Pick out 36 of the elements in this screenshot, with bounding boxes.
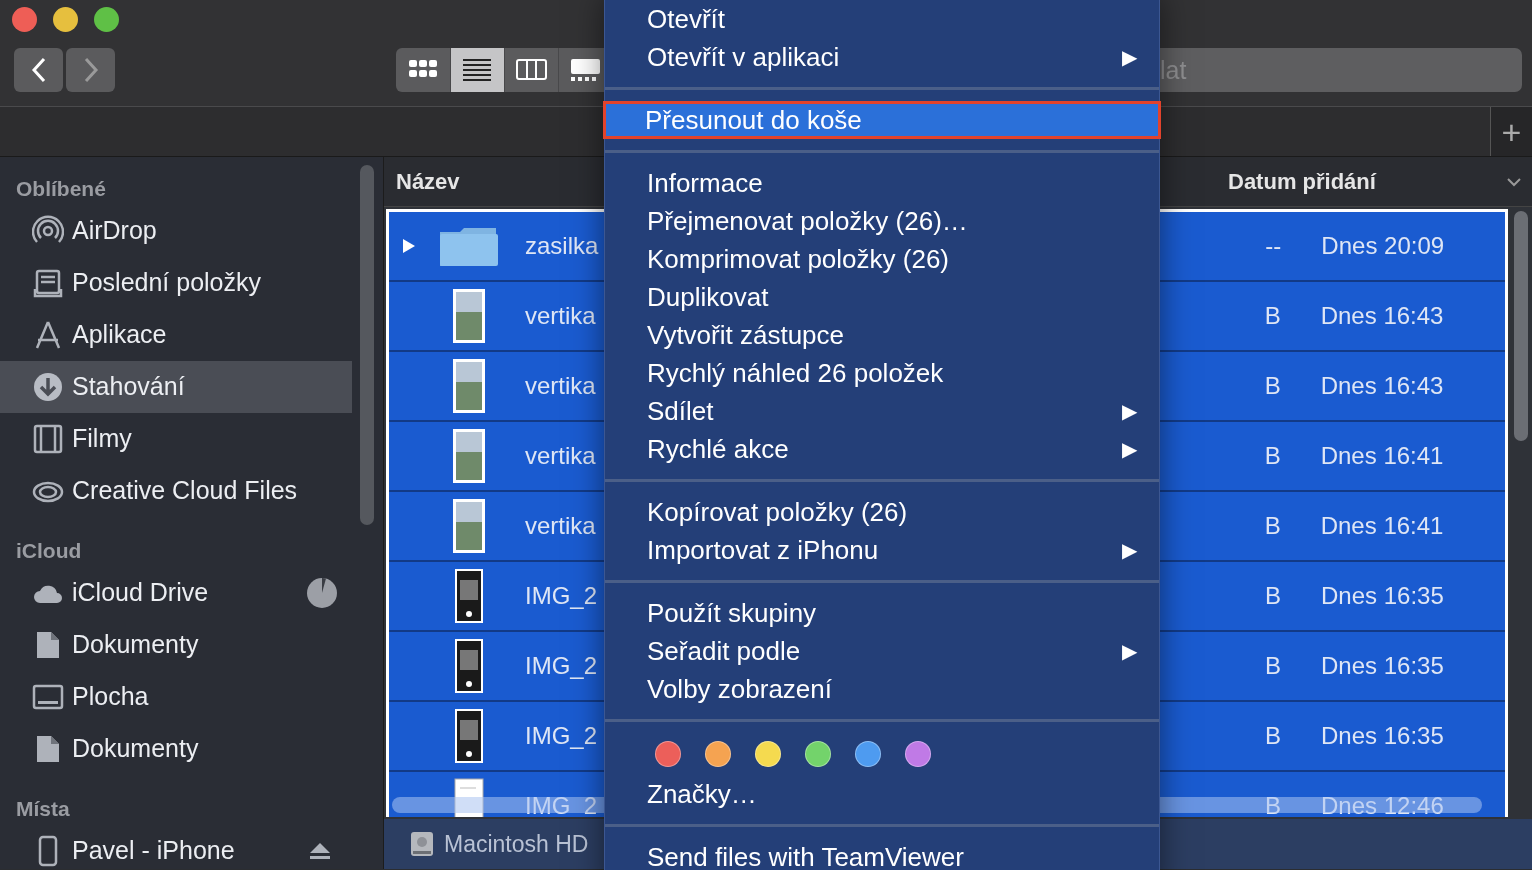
file-size: B <box>1265 651 1283 681</box>
submenu-arrow: ▶ <box>1122 45 1137 70</box>
file-name: vertika <box>525 371 596 401</box>
date-added: Dnes 16:43 <box>1320 371 1444 401</box>
sidebar-heading: Místa <box>15 796 71 822</box>
file-name: vertika <box>525 441 596 471</box>
file-size: B <box>1265 581 1283 611</box>
file-size: B <box>1264 441 1282 471</box>
date-added: Dnes 16:35 <box>1321 581 1444 611</box>
file-name: IMG_2 <box>525 651 598 681</box>
file-size: -- <box>1265 231 1283 261</box>
file-size: B <box>1265 791 1283 817</box>
date-added: Dnes 16:35 <box>1321 651 1444 681</box>
submenu-arrow: ▶ <box>1122 538 1137 563</box>
file-name: IMG_2 <box>525 791 598 817</box>
file-name: vertika <box>525 511 596 541</box>
date-added: Dnes 12:46 <box>1321 791 1444 817</box>
file-name: IMG_2 <box>525 721 598 751</box>
submenu-arrow: ▶ <box>1122 639 1137 664</box>
file-size: B <box>1264 371 1282 401</box>
file-name: zasilka <box>525 231 599 261</box>
file-size: B <box>1265 721 1283 751</box>
date-added: Dnes 16:35 <box>1321 721 1444 751</box>
date-added: Dnes 16:41 <box>1320 511 1444 541</box>
date-added: Dnes 20:09 <box>1321 231 1445 261</box>
file-name: vertika <box>525 301 596 331</box>
file-size: B <box>1264 511 1282 541</box>
submenu-arrow: ▶ <box>1122 437 1137 462</box>
sidebar-heading: iCloud <box>15 538 83 564</box>
submenu-arrow: ▶ <box>1122 399 1137 424</box>
date-added: Dnes 16:41 <box>1320 441 1444 471</box>
path-item: Macintosh HD <box>444 829 589 859</box>
file-name: IMG_2 <box>525 581 598 611</box>
date-added: Dnes 16:43 <box>1320 301 1444 331</box>
file-size: B <box>1264 301 1282 331</box>
sidebar-heading: Oblíbené <box>15 176 107 202</box>
